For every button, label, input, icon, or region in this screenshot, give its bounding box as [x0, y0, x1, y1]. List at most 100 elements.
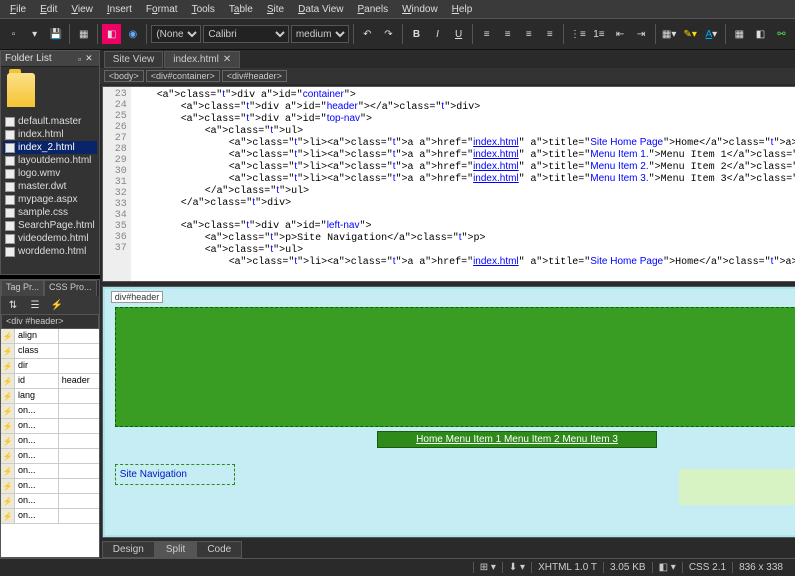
align-left-btn[interactable]: ≡: [477, 24, 496, 44]
preview-header-div[interactable]: [115, 307, 795, 427]
hyperlink-btn[interactable]: ⚯: [772, 24, 791, 44]
bc-header[interactable]: <div#header>: [222, 70, 287, 82]
file-item[interactable]: SearchPage.html: [3, 219, 97, 232]
tag-row[interactable]: ⚡on...: [1, 419, 99, 434]
menu-help[interactable]: Help: [446, 2, 479, 17]
tag-row[interactable]: ⚡on...: [1, 449, 99, 464]
tag-cat-btn[interactable]: ☰: [25, 295, 45, 315]
file-item[interactable]: sample.css: [3, 206, 97, 219]
font-select[interactable]: Calibri: [203, 25, 289, 43]
tag-properties-panel: Tag Pr... CSS Pro... ⇅☰⚡ <div #header> ⚡…: [0, 279, 100, 558]
status-bar: ⊞ ▾ ⬇ ▾ XHTML 1.0 T 3.05 KB ◧ ▾ CSS 2.1 …: [0, 558, 795, 576]
file-list: default.masterindex.htmlindex_2.htmllayo…: [1, 113, 99, 274]
menu-insert[interactable]: Insert: [101, 2, 138, 17]
highlight-btn[interactable]: ✎▾: [681, 24, 700, 44]
numbering-btn[interactable]: 1≡: [589, 24, 608, 44]
superpreview-btn[interactable]: ◧: [102, 24, 121, 44]
status-visual-aids[interactable]: ⊞ ▾: [473, 562, 502, 573]
view-mode-tabs: DesignSplitCode: [102, 540, 795, 558]
tag-row[interactable]: ⚡on...: [1, 434, 99, 449]
align-center-btn[interactable]: ≡: [498, 24, 517, 44]
file-item[interactable]: mypage.aspx: [3, 193, 97, 206]
preview-sidebar-block[interactable]: [679, 469, 795, 505]
view-tab-code[interactable]: Code: [196, 541, 242, 558]
menu-edit[interactable]: Edit: [34, 2, 63, 17]
redo-btn[interactable]: ↷: [379, 24, 398, 44]
menu-file[interactable]: File: [4, 2, 32, 17]
menu-dataview[interactable]: Data View: [292, 2, 349, 17]
file-item[interactable]: index.html: [3, 128, 97, 141]
style-select[interactable]: (None): [151, 25, 201, 43]
code-editor[interactable]: 23 24 25 26 27 28 29 30 31 32 33 34 35 3…: [102, 86, 795, 282]
file-item[interactable]: worddemo.html: [3, 245, 97, 258]
bold-btn[interactable]: B: [407, 24, 426, 44]
status-schema[interactable]: ◧ ▾: [652, 562, 682, 573]
tag-show-btn[interactable]: ⚡: [47, 295, 67, 315]
menu-panels[interactable]: Panels: [352, 2, 395, 17]
tag-row[interactable]: ⚡align: [1, 329, 99, 344]
menu-window[interactable]: Window: [396, 2, 444, 17]
file-icon: [5, 247, 15, 257]
underline-btn[interactable]: U: [449, 24, 468, 44]
folder-close-icon[interactable]: ✕: [83, 53, 95, 64]
open-btn[interactable]: ▾: [25, 24, 44, 44]
italic-btn[interactable]: I: [428, 24, 447, 44]
tag-sort-btn[interactable]: ⇅: [3, 295, 23, 315]
outdent-btn[interactable]: ⇤: [611, 24, 630, 44]
preview-top-nav[interactable]: Home Menu Item 1 Menu Item 2 Menu Item 3: [377, 431, 657, 448]
menu-view[interactable]: View: [65, 2, 99, 17]
bc-body[interactable]: <body>: [104, 70, 144, 82]
code-content[interactable]: <a">class="t">div a">id="container"> <a"…: [131, 87, 795, 281]
preview-left-nav[interactable]: Site Navigation: [115, 464, 235, 485]
tag-row[interactable]: ⚡dir: [1, 359, 99, 374]
align-justify-btn[interactable]: ≡: [540, 24, 559, 44]
align-right-btn[interactable]: ≡: [519, 24, 538, 44]
tab-index-html[interactable]: index.html✕: [164, 51, 240, 68]
tag-row[interactable]: ⚡on...: [1, 464, 99, 479]
file-item[interactable]: layoutdemo.html: [3, 154, 97, 167]
menu-format[interactable]: Format: [140, 2, 184, 17]
table-btn[interactable]: ▦: [730, 24, 749, 44]
status-dimensions: 836 x 338: [732, 562, 789, 573]
design-preview[interactable]: div#header Home Menu Item 1 Menu Item 2 …: [102, 286, 795, 538]
file-item[interactable]: videodemo.html: [3, 232, 97, 245]
tab-tag-properties[interactable]: Tag Pr...: [1, 280, 44, 296]
menu-tools[interactable]: Tools: [186, 2, 221, 17]
bc-container[interactable]: <div#container>: [146, 70, 220, 82]
view-tab-split[interactable]: Split: [155, 541, 196, 558]
menu-table[interactable]: Table: [223, 2, 259, 17]
indent-btn[interactable]: ⇥: [632, 24, 651, 44]
tab-site-view[interactable]: Site View: [104, 51, 164, 68]
tag-row[interactable]: ⚡class: [1, 344, 99, 359]
file-item[interactable]: index_2.html: [3, 141, 97, 154]
preview-btn[interactable]: ▦: [74, 24, 93, 44]
size-select[interactable]: medium: [291, 25, 349, 43]
close-icon[interactable]: ✕: [223, 54, 231, 65]
tag-row[interactable]: ⚡on...: [1, 404, 99, 419]
browser-btn[interactable]: ◉: [123, 24, 142, 44]
fontcolor-btn[interactable]: A▾: [702, 24, 721, 44]
tag-row[interactable]: ⚡idheader: [1, 374, 99, 389]
layer-btn[interactable]: ◧: [751, 24, 770, 44]
tag-row[interactable]: ⚡on...: [1, 494, 99, 509]
folder-pin-icon[interactable]: ▫: [76, 54, 83, 64]
status-xhtml[interactable]: XHTML 1.0 T: [531, 562, 603, 573]
site-folder-icon[interactable]: [1, 67, 99, 113]
file-item[interactable]: default.master: [3, 115, 97, 128]
view-tab-design[interactable]: Design: [102, 541, 155, 558]
borders-btn[interactable]: ▦▾: [660, 24, 679, 44]
file-item[interactable]: master.dwt: [3, 180, 97, 193]
save-btn[interactable]: 💾: [46, 24, 65, 44]
file-item[interactable]: logo.wmv: [3, 167, 97, 180]
new-btn[interactable]: ▫: [4, 24, 23, 44]
undo-btn[interactable]: ↶: [358, 24, 377, 44]
file-icon: [5, 221, 15, 231]
tag-row[interactable]: ⚡lang: [1, 389, 99, 404]
menu-site[interactable]: Site: [261, 2, 290, 17]
status-css[interactable]: CSS 2.1: [682, 562, 732, 573]
tag-row[interactable]: ⚡on...: [1, 479, 99, 494]
bullets-btn[interactable]: ⋮≡: [568, 24, 587, 44]
status-download[interactable]: ⬇ ▾: [502, 562, 531, 573]
tab-css-properties[interactable]: CSS Pro...: [44, 280, 97, 296]
tag-row[interactable]: ⚡on...: [1, 509, 99, 524]
